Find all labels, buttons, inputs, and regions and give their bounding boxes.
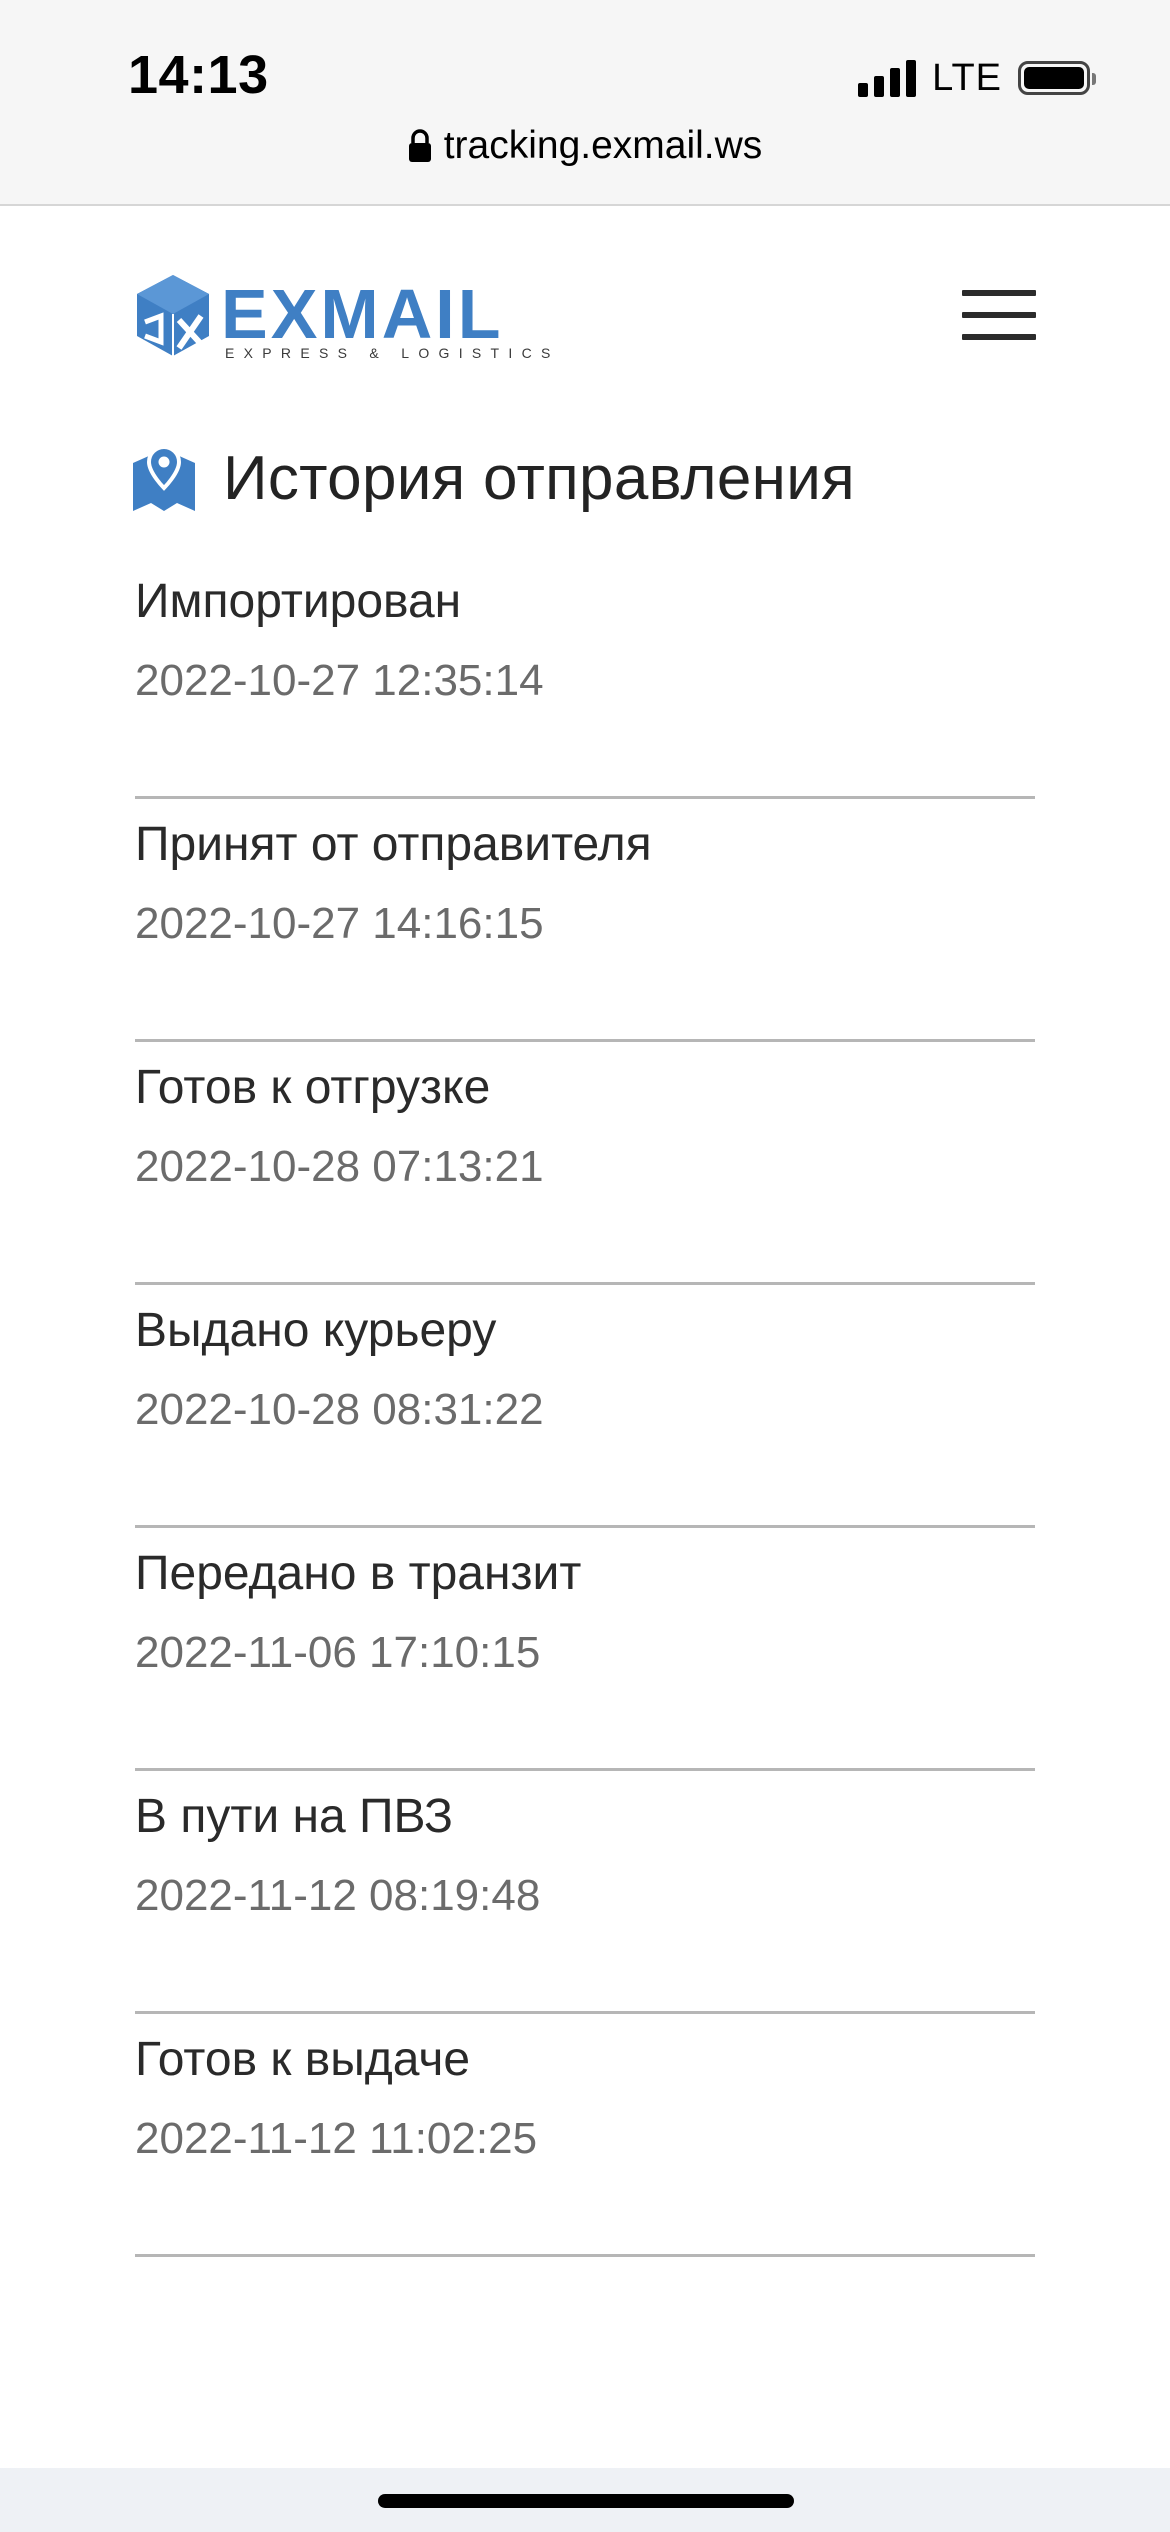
battery-full-icon bbox=[1018, 61, 1096, 95]
event-time: 2022-11-06 17:10:15 bbox=[135, 1628, 541, 1677]
map-pin-icon bbox=[133, 445, 195, 511]
event-status: Готов к отгрузке bbox=[135, 1061, 491, 1114]
section-title: История отправления bbox=[133, 438, 855, 518]
event-status: Принят от отправителя bbox=[135, 818, 652, 871]
history-item: Импортирован 2022-10-27 12:35:14 bbox=[135, 558, 1035, 799]
address-bar[interactable]: tracking.exmail.ws bbox=[0, 124, 1170, 168]
logo-cube-icon bbox=[137, 275, 209, 356]
event-time: 2022-10-27 14:16:15 bbox=[135, 899, 544, 948]
history-item: Принят от отправителя 2022-10-27 14:16:1… bbox=[135, 801, 1035, 1042]
logo-tagline: EXPRESS & LOGISTICS bbox=[225, 345, 560, 361]
history-item: Передано в транзит 2022-11-06 17:10:15 bbox=[135, 1530, 1035, 1771]
home-bar-area bbox=[0, 2468, 1170, 2532]
event-status: Передано в транзит bbox=[135, 1547, 582, 1600]
history-item: В пути на ПВЗ 2022-11-12 08:19:48 bbox=[135, 1773, 1035, 2014]
history-title: История отправления bbox=[223, 443, 856, 513]
event-time: 2022-10-28 07:13:21 bbox=[135, 1142, 544, 1191]
browser-chrome: 14:13 LTE tracking.exmail.ws bbox=[0, 0, 1170, 206]
logo-wordmark: EXMAIL bbox=[221, 275, 503, 353]
event-time: 2022-11-12 11:02:25 bbox=[135, 2114, 538, 2163]
event-time: 2022-10-27 12:35:14 bbox=[135, 656, 544, 705]
history-item: Готов к отгрузке 2022-10-28 07:13:21 bbox=[135, 1044, 1035, 1285]
hamburger-menu-icon[interactable] bbox=[962, 290, 1036, 340]
event-time: 2022-10-28 08:31:22 bbox=[135, 1385, 544, 1434]
history-list: Импортирован 2022-10-27 12:35:14 Принят … bbox=[135, 558, 1035, 2257]
exmail-logo[interactable]: EXMAIL EXPRESS & LOGISTICS bbox=[133, 272, 563, 362]
event-status: Готов к выдаче bbox=[135, 2033, 471, 2086]
home-indicator[interactable] bbox=[378, 2494, 794, 2508]
event-status: Импортирован bbox=[135, 575, 462, 628]
status-time: 14:13 bbox=[128, 45, 269, 105]
status-indicators: LTE bbox=[858, 56, 1096, 100]
history-item: Готов к выдаче 2022-11-12 11:02:25 bbox=[135, 2016, 1035, 2257]
signal-bars-icon bbox=[858, 59, 917, 97]
event-status: Выдано курьеру bbox=[135, 1304, 497, 1357]
url-text: tracking.exmail.ws bbox=[443, 124, 763, 167]
lock-icon bbox=[408, 129, 431, 162]
event-status: В пути на ПВЗ bbox=[135, 1790, 453, 1843]
history-item: Выдано курьеру 2022-10-28 08:31:22 bbox=[135, 1287, 1035, 1528]
network-label: LTE bbox=[932, 56, 1002, 99]
event-time: 2022-11-12 08:19:48 bbox=[135, 1871, 541, 1920]
